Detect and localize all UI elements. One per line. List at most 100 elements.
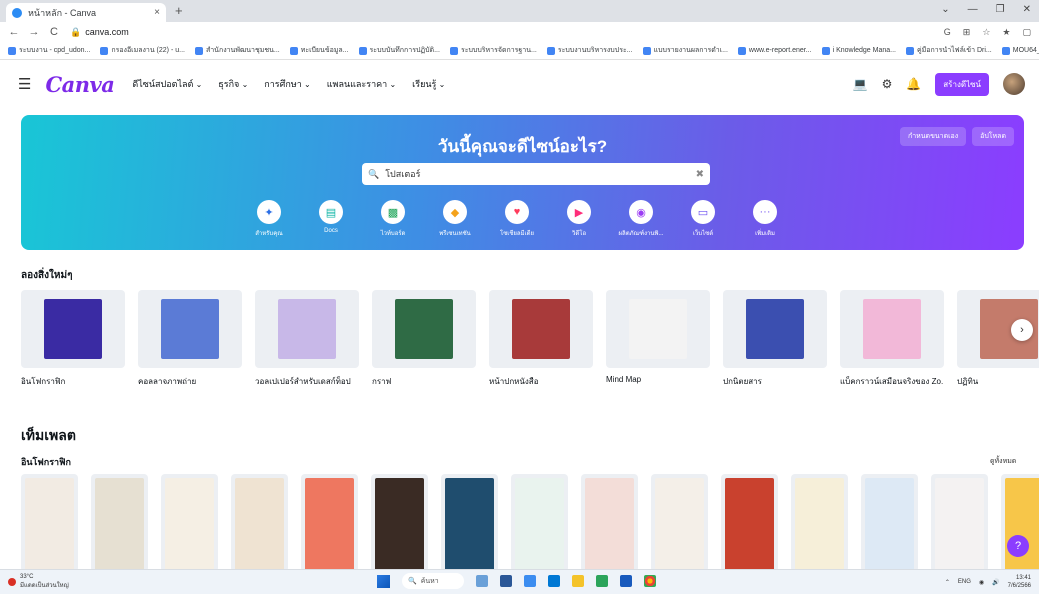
tab-search-icon[interactable]: ⌄ — [941, 4, 949, 15]
try-new-card[interactable] — [372, 290, 476, 368]
bookmark-item[interactable]: ระบบบริหารจัดการฐาน... — [449, 45, 537, 56]
browser-tab[interactable]: หน้าหลัก - Canva × — [6, 3, 166, 22]
new-tab-button[interactable]: + — [175, 3, 183, 18]
maximize-button[interactable]: ❐ — [996, 4, 1005, 15]
desktop-app-icon[interactable]: 💻 — [853, 77, 868, 91]
minimize-button[interactable]: — — [968, 4, 978, 15]
reload-button[interactable]: C — [48, 26, 60, 38]
template-card[interactable] — [581, 474, 638, 572]
try-new-label[interactable]: Mind Map — [606, 375, 710, 388]
category-shortcut[interactable]: ◆ พรีเซนเทชัน — [432, 200, 478, 238]
side-panel-icon[interactable]: ▢ — [1022, 27, 1031, 38]
bookmark-item[interactable]: กรองอีเมลงาน (22) - u... — [100, 45, 185, 56]
nav-learn[interactable]: เรียนรู้ — [412, 77, 445, 91]
line-app-icon[interactable] — [596, 575, 608, 587]
template-card[interactable] — [441, 474, 498, 572]
try-new-card[interactable] — [489, 290, 593, 368]
google-icon[interactable]: G — [944, 27, 951, 38]
try-new-card[interactable] — [606, 290, 710, 368]
bookmark-item[interactable]: ทะเบียนข้อมูล... — [289, 45, 349, 56]
template-card[interactable] — [231, 474, 288, 572]
bookmark-item[interactable]: i Knowledge Mana... — [821, 46, 896, 55]
category-shortcut[interactable]: ▩ ไวท์บอร์ด — [370, 200, 416, 238]
bookmark-item[interactable]: www.e-report.ener... — [737, 46, 812, 55]
language-indicator[interactable]: ENG — [958, 579, 971, 585]
volume-icon[interactable]: 🔊 — [992, 579, 999, 586]
nav-design-spotlight[interactable]: ดีไซน์สปอตไลต์ — [132, 77, 202, 91]
template-card[interactable] — [651, 474, 708, 572]
user-avatar[interactable] — [1003, 73, 1025, 95]
try-new-label[interactable]: แบ็คกราวน์เสมือนจริงของ Zo... — [840, 375, 944, 388]
nav-plans-pricing[interactable]: แพลนและราคา — [327, 77, 396, 91]
try-new-label[interactable]: หน้าปกหนังสือ — [489, 375, 593, 388]
template-card[interactable] — [21, 474, 78, 572]
help-button[interactable]: ? — [1007, 535, 1029, 557]
try-new-card[interactable] — [138, 290, 242, 368]
try-new-label[interactable]: วอลเปเปอร์สำหรับเดสก์ท็อป — [255, 375, 359, 388]
tray-expand-icon[interactable]: ⌃ — [945, 579, 950, 586]
template-card[interactable] — [511, 474, 568, 572]
bookmark-item[interactable]: แบบรายงานผลการดำเ... — [642, 45, 728, 56]
template-card[interactable] — [161, 474, 218, 572]
template-card[interactable] — [91, 474, 148, 572]
widgets-icon[interactable] — [476, 575, 488, 587]
template-card[interactable] — [791, 474, 848, 572]
wifi-icon[interactable]: ◉ — [979, 579, 984, 586]
category-shortcut[interactable]: ▭ เว็บไซต์ — [680, 200, 726, 238]
category-shortcut[interactable]: ··· เพิ่มเติม — [742, 200, 788, 238]
weather-widget[interactable]: 33°C มีแดดเป็นส่วนใหญ่ — [8, 574, 69, 590]
file-explorer-icon[interactable] — [572, 575, 584, 587]
try-new-card[interactable] — [21, 290, 125, 368]
close-tab-icon[interactable]: × — [154, 7, 160, 18]
chrome-icon[interactable] — [644, 575, 656, 587]
template-card[interactable] — [301, 474, 358, 572]
menu-hamburger-icon[interactable]: ☰ — [18, 75, 31, 93]
category-shortcut[interactable]: ▤ Docs — [308, 200, 354, 238]
create-design-button[interactable]: สร้างดีไซน์ — [935, 72, 989, 96]
nav-education[interactable]: การศึกษา — [264, 77, 310, 91]
try-new-label[interactable]: คอลลาจภาพถ่าย — [138, 375, 242, 388]
clock[interactable]: 13:41 7/6/2566 — [1008, 574, 1031, 590]
try-new-card[interactable] — [840, 290, 944, 368]
template-card[interactable] — [861, 474, 918, 572]
try-new-label[interactable]: ปกนิตยสาร — [723, 375, 827, 388]
canva-logo[interactable]: Canva — [45, 72, 114, 97]
try-new-label[interactable]: กราฟ — [372, 375, 476, 388]
template-card[interactable] — [1001, 474, 1039, 572]
word-icon[interactable] — [620, 575, 632, 587]
address-bar[interactable]: 🔒 canva.com — [70, 27, 129, 38]
try-new-card[interactable] — [723, 290, 827, 368]
notifications-bell-icon[interactable]: 🔔 — [906, 77, 921, 91]
carousel-next-arrow-icon[interactable]: › — [1011, 319, 1033, 341]
windows-start-icon[interactable] — [377, 574, 390, 588]
bookmark-item[interactable]: ระบบบันทึกการปฏิบัติ... — [358, 45, 440, 56]
category-shortcut[interactable]: ▶ วิดีโอ — [556, 200, 602, 238]
bookmark-item[interactable]: ระบบงานบริหารงบประ... — [546, 45, 633, 56]
bookmark-item[interactable]: คู่มือการนำไฟล์เข้า Dri... — [906, 45, 992, 56]
taskbar-search[interactable]: 🔍 ค้นหา — [402, 573, 464, 589]
bookmark-item[interactable]: สำนักงานพัฒนาชุมชน... — [194, 45, 280, 56]
see-all-link[interactable]: ดูทั้งหมด — [990, 456, 1016, 467]
bookmark-item[interactable]: MOU64_1 - Google... — [1001, 46, 1039, 55]
edge-browser-icon[interactable] — [524, 575, 536, 587]
extensions-icon[interactable]: ★ — [1002, 27, 1010, 38]
template-card[interactable] — [721, 474, 778, 572]
design-search-input[interactable]: 🔍 โปสเตอร์ ✖ — [362, 163, 710, 185]
close-window-button[interactable]: ✕ — [1023, 4, 1031, 15]
category-shortcut[interactable]: ◉ ผลิตภัณฑ์งานพิ... — [618, 200, 664, 238]
try-new-label[interactable]: อินโฟกราฟิก — [21, 375, 125, 388]
nav-business[interactable]: ธุรกิจ — [218, 77, 248, 91]
clear-search-icon[interactable]: ✖ — [696, 169, 704, 180]
task-view-icon[interactable] — [500, 575, 512, 587]
category-shortcut[interactable]: ♥ โซเชียลมีเดีย — [494, 200, 540, 238]
forward-button[interactable]: → — [28, 26, 40, 38]
try-new-card[interactable] — [255, 290, 359, 368]
template-card[interactable] — [371, 474, 428, 572]
custom-size-button[interactable]: กำหนดขนาดเอง — [899, 127, 967, 146]
back-button[interactable]: ← — [8, 26, 20, 38]
bookmark-star-icon[interactable]: ☆ — [982, 27, 990, 38]
category-shortcut[interactable]: ✦ สำหรับคุณ — [246, 200, 292, 238]
bookmark-item[interactable]: ระบบงาน - cpd_udon... — [8, 45, 90, 56]
store-icon[interactable] — [548, 575, 560, 587]
translate-icon[interactable]: ⊞ — [963, 27, 971, 38]
